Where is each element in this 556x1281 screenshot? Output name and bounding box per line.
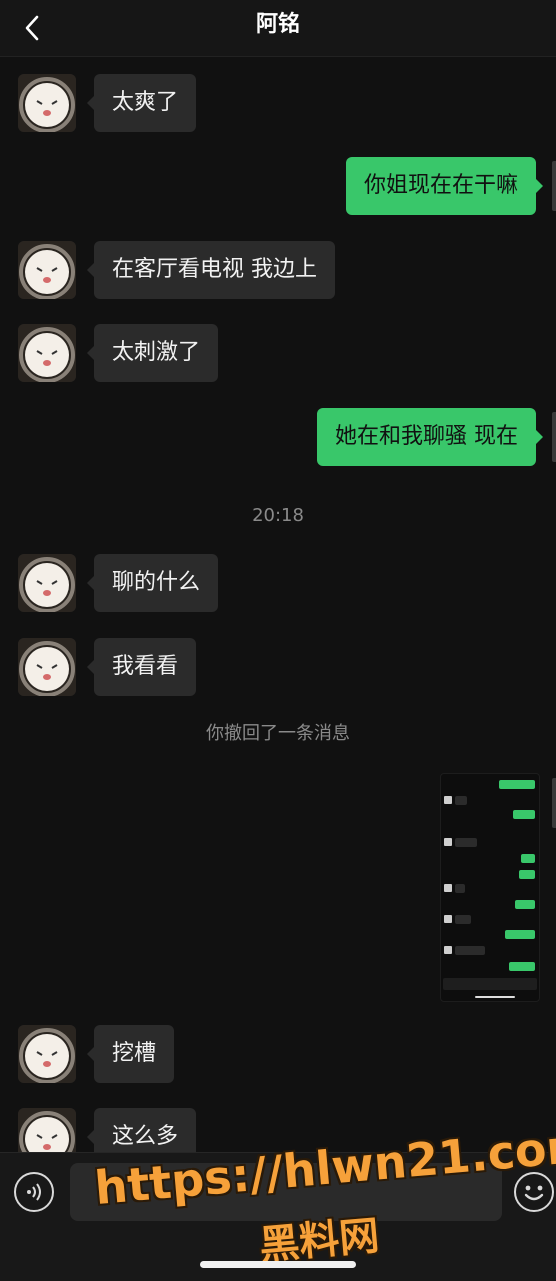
mini-bubble — [455, 796, 467, 805]
message-bubble-incoming[interactable]: 太爽了 — [86, 74, 197, 132]
mini-avatar — [444, 946, 452, 954]
mini-bubble — [519, 870, 535, 879]
message-bubble-incoming[interactable]: 聊的什么 — [86, 554, 219, 612]
avatar[interactable] — [18, 74, 76, 132]
mini-avatar — [444, 915, 452, 923]
mini-bubble — [455, 946, 485, 955]
message-bubble-outgoing[interactable]: 你姐现在在干嘛 — [345, 157, 544, 215]
mini-bubble — [455, 915, 471, 924]
message-input[interactable] — [70, 1163, 502, 1221]
message-bubble-incoming[interactable]: 挖槽 — [86, 1025, 175, 1083]
avatar[interactable] — [18, 324, 76, 382]
avatar[interactable] — [18, 1025, 76, 1083]
message-bubble-incoming[interactable]: 太刺激了 — [86, 324, 219, 382]
chat-title: 阿铭 — [255, 12, 300, 37]
screenshot-image-message[interactable] — [440, 773, 540, 1002]
mini-bubble — [515, 900, 535, 909]
message-bubble-incoming[interactable]: 我看看 — [86, 638, 197, 696]
mini-bubble — [521, 854, 535, 863]
mini-input-bar — [443, 978, 537, 990]
mini-bubble — [499, 780, 535, 789]
voice-button[interactable] — [14, 1172, 54, 1212]
avatar[interactable] — [18, 554, 76, 612]
avatar[interactable] — [18, 638, 76, 696]
mini-avatar — [444, 796, 452, 804]
mini-bubble — [505, 930, 535, 939]
recall-notice: 你撤回了一条消息 — [206, 723, 350, 744]
message-bubble-outgoing[interactable]: 她在和我聊骚 现在 — [317, 408, 543, 466]
timestamp: 20:18 — [252, 505, 304, 526]
mini-bubble — [455, 884, 465, 893]
self-avatar[interactable] — [552, 778, 556, 828]
emoji-icon — [524, 1185, 544, 1201]
self-avatar[interactable] — [552, 161, 556, 211]
mini-bubble — [455, 838, 477, 847]
top-bar: 阿铭 — [0, 0, 556, 57]
mini-bubble — [513, 810, 535, 819]
message-bubble-incoming[interactable]: 在客厅看电视 我边上 — [87, 241, 335, 299]
emoji-button[interactable] — [514, 1172, 554, 1212]
home-indicator[interactable] — [200, 1261, 356, 1268]
mini-home-indicator — [475, 996, 515, 998]
voice-icon — [27, 1183, 41, 1201]
mini-bubble — [509, 962, 535, 971]
mini-avatar — [444, 884, 452, 892]
self-avatar[interactable] — [552, 412, 556, 462]
avatar[interactable] — [18, 241, 76, 299]
mini-avatar — [444, 838, 452, 846]
